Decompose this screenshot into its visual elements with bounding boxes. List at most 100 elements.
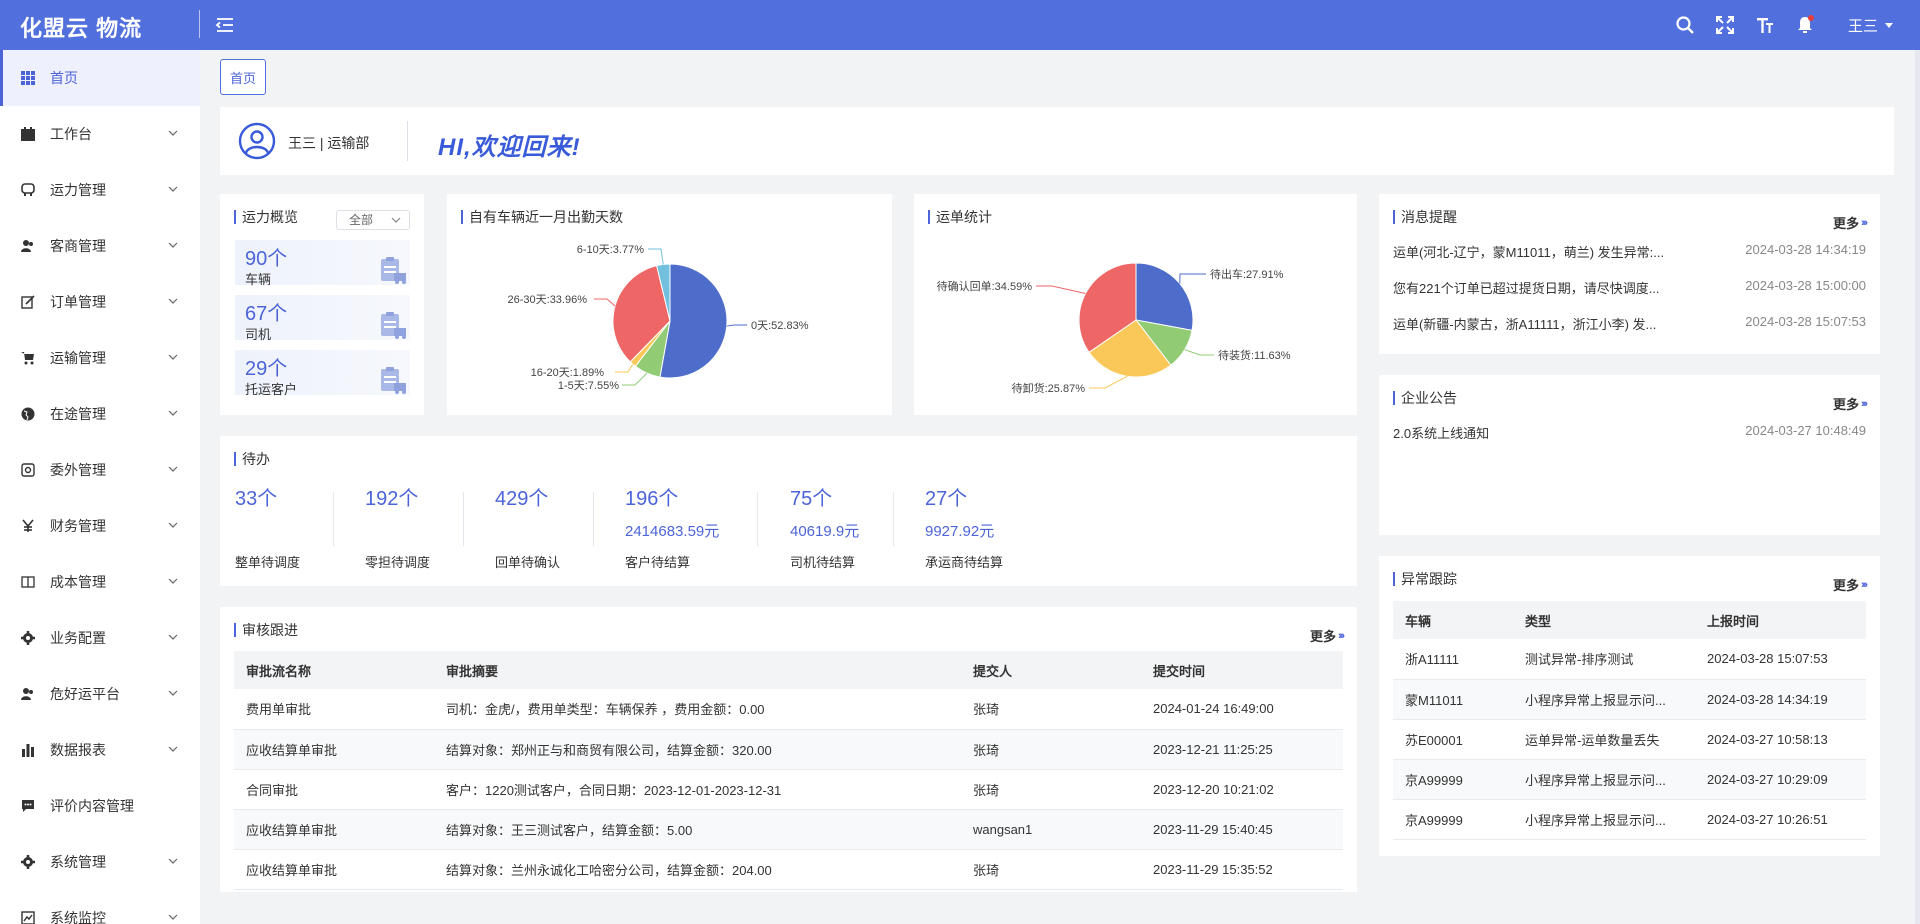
more-link[interactable]: 更多 ››› [1832, 575, 1868, 594]
todo-divider [893, 492, 894, 546]
pie-leader-line [622, 372, 648, 386]
capacity-label: 司机 [245, 327, 272, 342]
sidebar-item-workbench[interactable]: 工作台 [0, 106, 200, 162]
pie-label: 26-30天:33.96% [508, 294, 588, 306]
pie-slice[interactable] [1135, 262, 1194, 331]
sidebar-item-reports[interactable]: 数据报表 [0, 722, 200, 778]
search-icon[interactable] [1674, 14, 1696, 36]
todo-item-ltl-dispatch[interactable]: 192个 零担待调度 [365, 482, 495, 572]
table-row[interactable]: 京A99999 小程序异常上报显示问... 2024-03-27 10:26:51 [1393, 799, 1866, 840]
message-item[interactable]: 运单(河北-辽宁，蒙M11011，萌兰) 发生异常:... 2024-03-28 … [1393, 242, 1866, 262]
table-cell: 2023-12-21 11:25:25 [1141, 729, 1343, 770]
table-row[interactable]: 合同审批 客户：1220测试客户，合同日期：2023-12-01-2023-12-… [234, 769, 1343, 810]
app-logo[interactable]: 化盟云 物流 [20, 11, 142, 43]
table-cell: 应收结算单审批 [234, 729, 434, 770]
sidebar-item-label: 数据报表 [50, 742, 106, 758]
table-row[interactable]: 京A99999 小程序异常上报显示问... 2024-03-27 10:29:09 [1393, 759, 1866, 800]
todo-amount: 40619.9元 [790, 523, 860, 540]
more-link[interactable]: 更多 ››› [1310, 626, 1345, 645]
todo-count: 75个 [790, 488, 833, 510]
todo-item-whole-dispatch[interactable]: 33个 整单待调度 [235, 482, 365, 572]
avatar[interactable] [238, 122, 276, 160]
welcome-greeting: HI,欢迎回来! [438, 134, 581, 161]
capacity-card: 运力概览 全部 90个 车辆 67个 司机 29个 托运客户 [220, 194, 424, 415]
chevron-down-icon [168, 690, 178, 696]
card-title: 企业公告 [1393, 391, 1457, 405]
sidebar-item-finance[interactable]: 财务管理 [0, 498, 200, 554]
table-row[interactable]: 应收结算单审批 结算对象：兰州永诚化工哈密分公司，结算金额：204.00 张琦 202… [234, 849, 1343, 890]
header-tools: 王三 [1674, 12, 1894, 38]
table-row[interactable]: 浙A11111 测试异常-排序测试 2024-03-28 15:07:53 [1393, 639, 1866, 680]
table-cell: 费用单审批 [234, 689, 434, 730]
notice-time: 2024-03-27 10:48:49 [1745, 423, 1866, 438]
sidebar-item-reviews[interactable]: 评价内容管理 [0, 778, 200, 834]
table-row[interactable]: 苏E00001 运单异常-运单数量丢失 2024-03-27 10:58:13 [1393, 719, 1866, 760]
table-cell: 结算对象：郑州正与和商贸有限公司，结算金额：320.00 [434, 729, 961, 770]
sidebar-item-outsource[interactable]: 委外管理 [0, 442, 200, 498]
pie-label: 待确认回单:34.59% [937, 279, 1033, 293]
capacity-label: 车辆 [245, 272, 272, 287]
calendar-icon [20, 126, 36, 142]
sidebar-item-business-config[interactable]: 业务配置 [0, 610, 200, 666]
pie-label: 待装货:11.63% [1218, 348, 1291, 362]
todo-item-receipt-confirm[interactable]: 429个 回单待确认 [495, 482, 625, 572]
exceptions-table: 车辆 类型 上报时间 浙A11111 测试异常-排序测试 2024-03-28 15… [1393, 601, 1866, 840]
table-row[interactable]: 应收结算单审批 结算对象：王三测试客户，结算金额：5.00 wangsan1 2023… [234, 809, 1343, 850]
sidebar-item-transport[interactable]: 运输管理 [0, 330, 200, 386]
message-item[interactable]: 运单(新疆-内蒙古，浙A11111，浙江小李) 发... 2024-03-28 1… [1393, 314, 1866, 334]
sidebar-item-cost[interactable]: 成本管理 [0, 554, 200, 610]
capacity-drivers[interactable]: 67个 司机 [235, 295, 410, 342]
font-size-icon[interactable] [1754, 14, 1776, 36]
bell-icon[interactable] [1794, 14, 1816, 36]
table-row[interactable]: 应收结算单审批 结算对象：郑州正与和商贸有限公司，结算金额：320.00 张琦 202… [234, 729, 1343, 770]
sidebar-item-capacity[interactable]: 运力管理 [0, 162, 200, 218]
chevron-down-icon [168, 634, 178, 640]
chevron-down-icon [168, 746, 178, 752]
table-cell: 浙A11111 [1393, 639, 1513, 680]
sidebar-item-hazmat-platform[interactable]: 危好运平台 [0, 666, 200, 722]
todo-divider [463, 492, 464, 546]
todo-divider [333, 492, 334, 546]
capacity-customers[interactable]: 29个 托运客户 [235, 350, 410, 397]
todo-label: 整单待调度 [235, 555, 301, 570]
capacity-vehicles[interactable]: 90个 车辆 [235, 240, 410, 287]
user-menu[interactable]: 王三 [1834, 15, 1894, 36]
sidebar-item-merchants[interactable]: 客商管理 [0, 218, 200, 274]
sidebar: 首页 工作台 运力管理 客商管理 订单管理 运输管理 在途管理 委外管理 财务管… [0, 50, 200, 924]
sidebar-item-label: 运输管理 [50, 350, 106, 366]
table-cell: 应收结算单审批 [234, 849, 434, 890]
notice-item[interactable]: 2.0系统上线通知 2024-03-27 10:48:49 [1393, 423, 1866, 443]
table-row[interactable]: 蒙M11011 小程序异常上报显示问... 2024-03-28 14:34:19 [1393, 679, 1866, 720]
chevron-down-icon [168, 410, 178, 416]
fullscreen-icon[interactable] [1714, 14, 1736, 36]
vertical-scrollbar[interactable] [1915, 50, 1920, 924]
more-link[interactable]: 更多 ››› [1833, 394, 1868, 413]
tab-home[interactable]: 首页 [220, 59, 266, 95]
todo-divider [757, 492, 758, 546]
todo-count: 33个 [235, 488, 278, 510]
edit-icon [20, 294, 36, 310]
capacity-filter-select[interactable]: 全部 [336, 210, 410, 230]
table-row[interactable]: 费用单审批 司机：金虎/，费用单类型：车辆保养 ，费用金额：0.00 张琦 2024-… [234, 689, 1343, 730]
message-time: 2024-03-28 15:00:00 [1745, 278, 1866, 293]
sidebar-item-in-transit[interactable]: 在途管理 [0, 386, 200, 442]
more-link[interactable]: 更多 ››› [1833, 213, 1868, 232]
sidebar-item-monitor[interactable]: 系统监控 [0, 890, 200, 924]
sidebar-item-home[interactable]: 首页 [0, 50, 200, 106]
message-item[interactable]: 您有221个订单已超过提货日期，请尽快调度... 2024-03-28 15:00… [1393, 278, 1866, 298]
todo-item-customer-settle[interactable]: 196个 2414683.59元 客户待结算 [625, 482, 755, 572]
todo-amount: 2414683.59元 [625, 523, 720, 540]
bar-chart-icon [20, 742, 36, 758]
todo-item-driver-settle[interactable]: 75个 40619.9元 司机待结算 [790, 482, 920, 572]
menu-toggle-icon[interactable] [214, 14, 236, 36]
message-time: 2024-03-28 15:07:53 [1745, 314, 1866, 329]
sidebar-item-orders[interactable]: 订单管理 [0, 274, 200, 330]
chevrons-right-icon: ››› [1338, 629, 1345, 642]
sidebar-item-system[interactable]: 系统管理 [0, 834, 200, 890]
chevron-down-icon [391, 217, 401, 223]
chevron-down-icon [168, 466, 178, 472]
more-label: 更多 [1832, 578, 1859, 593]
todo-item-carrier-settle[interactable]: 27个 9927.92元 承运商待结算 [925, 482, 1055, 572]
table-cell: 京A99999 [1393, 799, 1513, 840]
chevrons-right-icon: ››› [1861, 578, 1868, 591]
